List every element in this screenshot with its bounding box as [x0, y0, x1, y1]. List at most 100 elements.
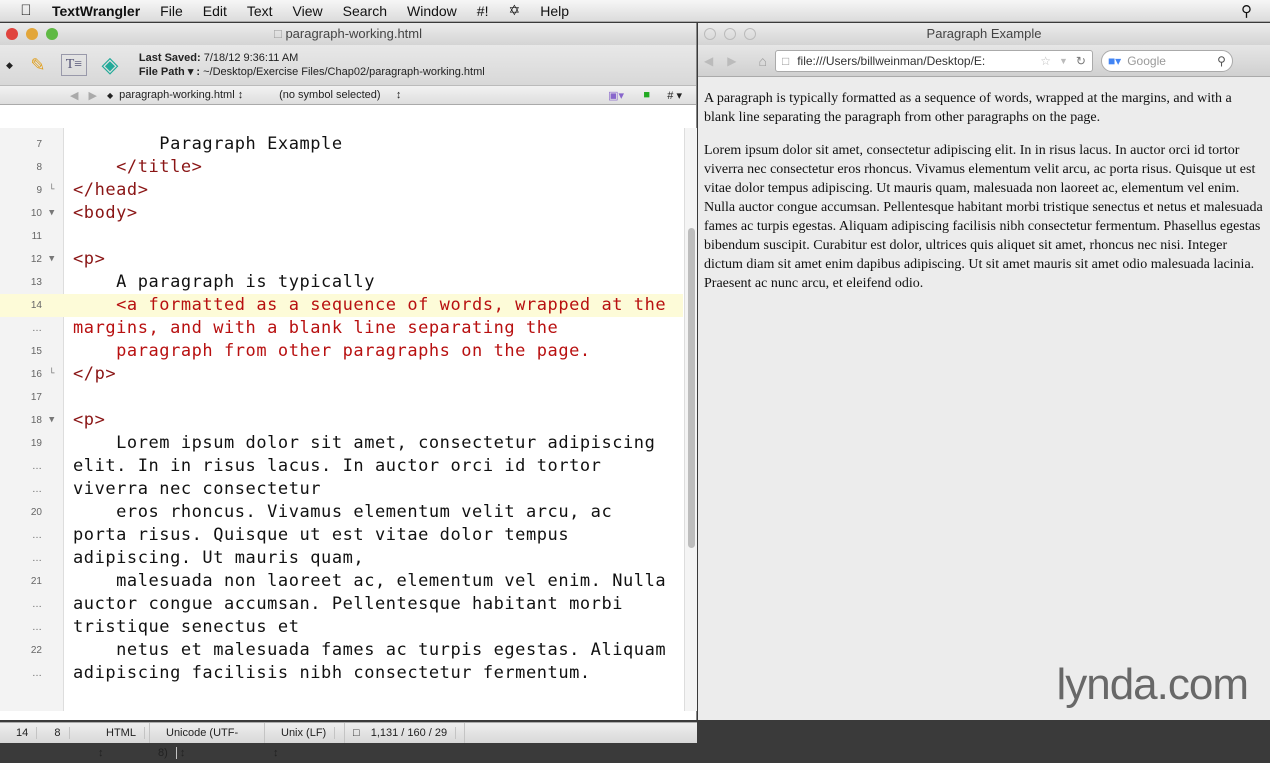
- browser-window-controls: [704, 28, 756, 40]
- fold-toggle-icon[interactable]: ▼: [49, 409, 54, 432]
- code-line[interactable]: … auctor congue accumsan. Pellentesque ha…: [0, 593, 683, 616]
- zoom-button[interactable]: [46, 28, 58, 40]
- vertical-scrollbar[interactable]: [684, 128, 697, 711]
- line-number: …: [32, 668, 42, 679]
- code-line[interactable]: 15 paragraph from other paragraphs on th…: [0, 340, 683, 363]
- page-content: A paragraph is typically formatted as a …: [698, 77, 1270, 319]
- menu-shebang[interactable]: #!: [467, 3, 499, 19]
- document-icon: □: [273, 26, 286, 41]
- menu-edit[interactable]: Edit: [193, 3, 237, 19]
- line-number: …: [32, 461, 42, 472]
- line-number: …: [32, 484, 42, 495]
- code-text: elit. In in risus lacus. In auctor orci …: [73, 456, 602, 476]
- line-marker-icon[interactable]: # ▾: [667, 89, 682, 102]
- line-number: 17: [30, 392, 42, 403]
- modified-dot-icon: ◆: [6, 59, 13, 70]
- fold-toggle-icon[interactable]: └: [49, 179, 54, 202]
- file-popup[interactable]: paragraph-working.html ↕: [119, 89, 269, 101]
- code-line[interactable]: 22 netus et malesuada fames ac turpis eg…: [0, 639, 683, 662]
- menu-text[interactable]: Text: [237, 3, 283, 19]
- reload-icon[interactable]: ↻: [1076, 54, 1086, 68]
- code-line[interactable]: … elit. In in risus lacus. In auctor orci…: [0, 455, 683, 478]
- menu-view[interactable]: View: [283, 3, 333, 19]
- forward-button[interactable]: ▶: [727, 54, 736, 68]
- code-text: adipiscing. Ut mauris quam,: [73, 548, 365, 568]
- fold-toggle-icon[interactable]: ▼: [49, 248, 54, 271]
- code-line[interactable]: … adipiscing facilisis nibh consectetur f…: [0, 662, 683, 685]
- symbol-popup[interactable]: (no symbol selected) ↕: [279, 89, 401, 101]
- scrollbar-thumb[interactable]: [688, 228, 695, 548]
- url-text[interactable]: file:///Users/billweinman/Desktop/E:: [797, 54, 1032, 68]
- code-text: tristique senectus et: [73, 617, 300, 637]
- minimize-button[interactable]: [724, 28, 736, 40]
- code-line[interactable]: 10 ▼ <body>: [0, 202, 683, 225]
- cursor-line: 14: [8, 727, 38, 739]
- line-number: 20: [30, 507, 42, 518]
- code-line[interactable]: 17: [0, 386, 683, 409]
- line-number: 7: [36, 139, 42, 150]
- menu-bar:  TextWrangler File Edit Text View Searc…: [0, 0, 1270, 22]
- code-line[interactable]: 13 A paragraph is typically: [0, 271, 683, 294]
- html-file-icon[interactable]: ◈: [95, 50, 125, 80]
- url-bar[interactable]: □ file:///Users/billweinman/Desktop/E: ☆…: [774, 49, 1093, 72]
- line-number: 9: [36, 185, 42, 196]
- menu-help[interactable]: Help: [530, 3, 579, 19]
- back-button[interactable]: ◀: [704, 54, 713, 68]
- fold-toggle-icon[interactable]: └: [49, 363, 54, 386]
- menu-search[interactable]: Search: [333, 3, 397, 19]
- home-icon[interactable]: ⌂: [758, 53, 766, 69]
- zoom-button[interactable]: [744, 28, 756, 40]
- code-line[interactable]: 7 Paragraph Example: [0, 133, 683, 156]
- minimize-button[interactable]: [26, 28, 38, 40]
- pencil-icon[interactable]: ✎: [23, 50, 53, 80]
- code-line[interactable]: … margins, and with a blank line separati…: [0, 317, 683, 340]
- code-line[interactable]: … porta risus. Quisque ut est vitae dolor…: [0, 524, 683, 547]
- clipboard-icon[interactable]: ▣▾: [608, 89, 624, 102]
- code-line[interactable]: 20 eros rhoncus. Vivamus elementum velit…: [0, 501, 683, 524]
- line-endings-popup[interactable]: Unix (LF) ↕: [265, 723, 345, 759]
- menu-scripts[interactable]: ✡: [498, 2, 530, 19]
- search-icon[interactable]: ⚲: [1217, 54, 1226, 68]
- encoding-label: Unicode (UTF-8): [158, 727, 239, 759]
- code-line[interactable]: 12 ▼ <p>: [0, 248, 683, 271]
- editor-titlebar: □ paragraph-working.html: [0, 23, 696, 45]
- code-editor[interactable]: 7 Paragraph Example 8 </title> 9 └ </head> 10…: [0, 128, 683, 711]
- code-line[interactable]: 16 └ </p>: [0, 363, 683, 386]
- browser-titlebar: Paragraph Example: [698, 23, 1270, 45]
- history-dropdown-icon[interactable]: ▼: [1059, 56, 1068, 66]
- search-field[interactable]: ■▾ Google ⚲: [1100, 49, 1233, 72]
- code-line[interactable]: 18 ▼ <p>: [0, 409, 683, 432]
- code-line[interactable]: 21 malesuada non laoreet ac, elementum v…: [0, 570, 683, 593]
- menu-file[interactable]: File: [150, 3, 193, 19]
- code-line[interactable]: … viverra nec consectetur: [0, 478, 683, 501]
- forward-arrow-icon[interactable]: ▶: [88, 89, 96, 102]
- menu-window[interactable]: Window: [397, 3, 467, 19]
- line-number: …: [32, 599, 42, 610]
- fold-toggle-icon[interactable]: ▼: [49, 202, 54, 225]
- code-line[interactable]: 19 Lorem ipsum dolor sit amet, consectet…: [0, 432, 683, 455]
- bookmark-star-icon[interactable]: ☆: [1040, 54, 1051, 68]
- code-line[interactable]: 8 </title>: [0, 156, 683, 179]
- code-line[interactable]: … tristique senectus et: [0, 616, 683, 639]
- apple-icon[interactable]: : [0, 2, 52, 19]
- code-line[interactable]: 14 <a formatted as a sequence of words, …: [0, 294, 683, 317]
- spotlight-search-icon[interactable]: ⚲: [1241, 2, 1252, 20]
- language-popup[interactable]: HTML ↕: [90, 723, 150, 759]
- modified-dot-icon: ◆: [106, 90, 114, 100]
- close-button[interactable]: [6, 28, 18, 40]
- line-number: …: [32, 622, 42, 633]
- navigation-bar: ◀ ▶ ◆ paragraph-working.html ↕ (no symbo…: [0, 85, 696, 105]
- document-status-icon[interactable]: ■: [643, 89, 650, 101]
- code-text: malesuada non laoreet ac, elementum vel …: [73, 571, 667, 591]
- symbol-popup-label: (no symbol selected): [279, 89, 381, 101]
- code-text: Paragraph Example: [73, 134, 343, 154]
- code-line[interactable]: … adipiscing. Ut mauris quam,: [0, 547, 683, 570]
- close-button[interactable]: [704, 28, 716, 40]
- code-line[interactable]: 9 └ </head>: [0, 179, 683, 202]
- encoding-popup[interactable]: Unicode (UTF-8) ↕: [150, 723, 265, 759]
- menu-app-name[interactable]: TextWrangler: [52, 3, 150, 19]
- text-options-icon[interactable]: T≡: [60, 54, 87, 76]
- back-arrow-icon[interactable]: ◀: [70, 89, 78, 102]
- file-path-label[interactable]: File Path ▾ :: [139, 66, 200, 78]
- code-line[interactable]: 11: [0, 225, 683, 248]
